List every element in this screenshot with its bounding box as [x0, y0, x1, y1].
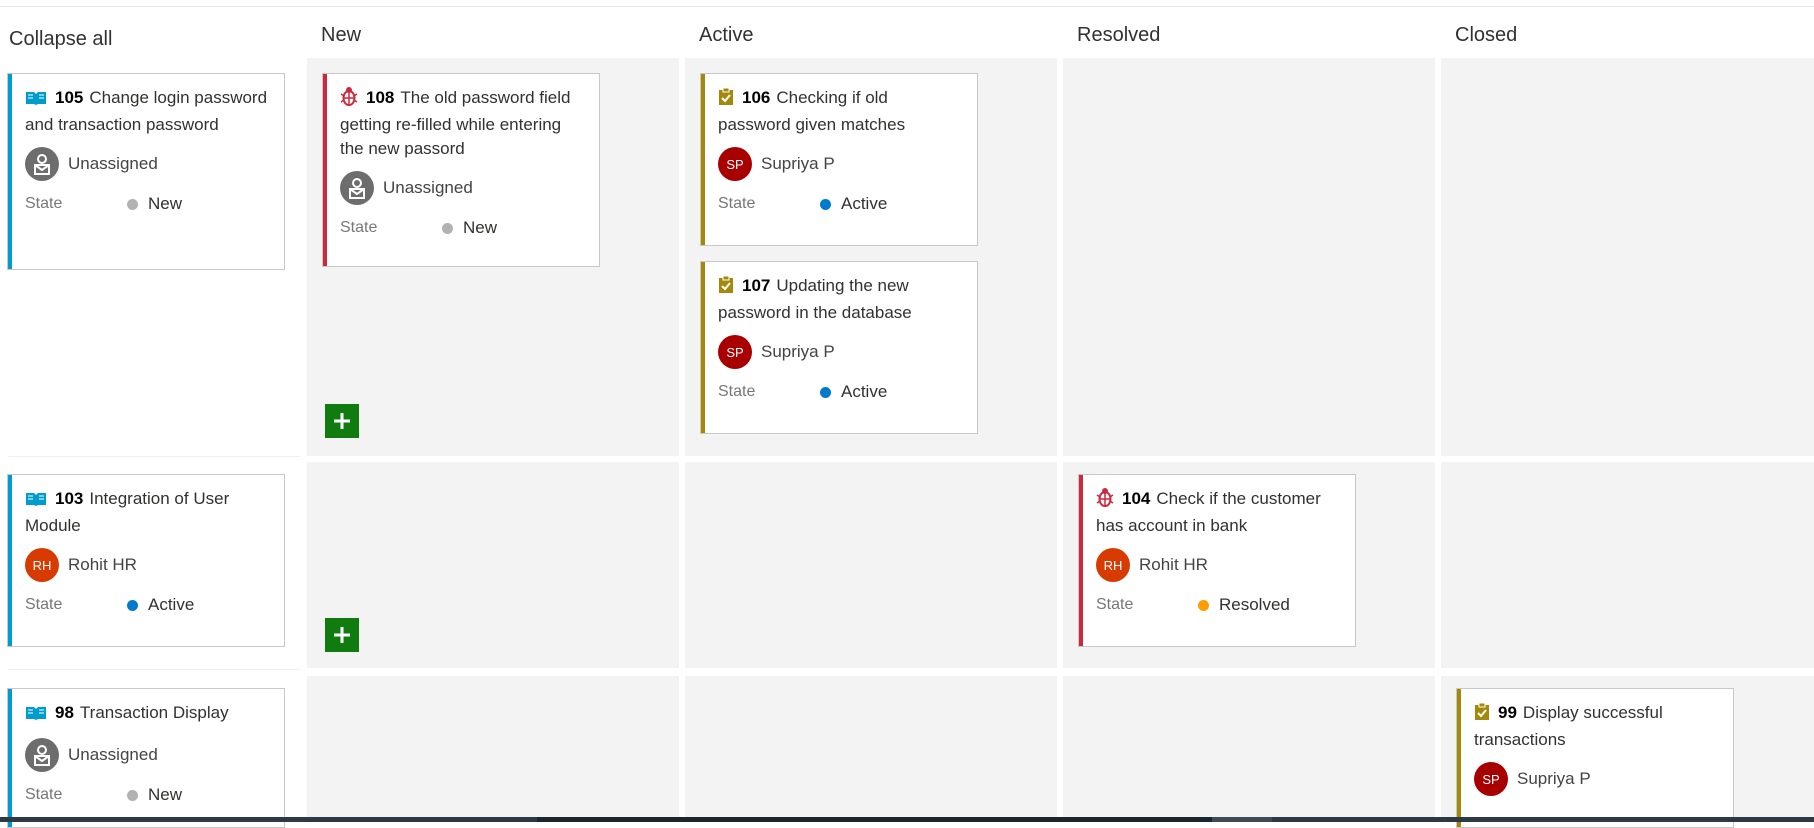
card-assignee[interactable]: SP Supriya P [1474, 761, 1719, 797]
book-icon [25, 89, 47, 113]
card-assignee[interactable]: RH Rohit HR [25, 547, 270, 583]
card-title: 108 The old password field getting re-fil… [340, 86, 571, 158]
card-title: 105 Change login password and transaction… [25, 88, 268, 134]
avatar: RH [1096, 548, 1130, 582]
add-work-item-button[interactable] [325, 618, 359, 652]
cell-row2-new [307, 462, 679, 668]
card-state-field: State Active [718, 194, 888, 213]
bug-icon [1096, 487, 1114, 514]
card-assignee[interactable]: SP Supriya P [718, 334, 963, 370]
horizontal-scrollbar[interactable] [0, 817, 1814, 822]
unassigned-avatar-icon [340, 171, 374, 205]
work-item-card-99[interactable]: 99 Display successful transactions SP Sup… [1456, 688, 1734, 828]
card-title: 104 Check if the customer has account in … [1096, 487, 1321, 535]
avatar: RH [25, 548, 59, 582]
avatar: SP [1474, 762, 1508, 796]
cell-row1-closed [1441, 58, 1814, 456]
card-type-bar [1079, 475, 1083, 646]
card-assignee[interactable]: Unassigned [25, 146, 270, 182]
cell-row2-active [685, 462, 1057, 668]
row-separator [8, 669, 300, 670]
card-assignee[interactable]: Unassigned [340, 170, 585, 206]
column-header-active: Active [699, 24, 754, 46]
state-dot-icon [127, 789, 138, 801]
work-item-card-107[interactable]: 107 Updating the new password in the data… [700, 261, 978, 434]
card-type-bar [1457, 689, 1461, 827]
clipboard-check-icon [1474, 702, 1490, 728]
unassigned-avatar-icon [25, 147, 59, 181]
card-type-bar [8, 689, 12, 827]
card-assignee[interactable]: SP Supriya P [718, 146, 963, 182]
cell-row3-new [307, 676, 679, 817]
card-type-bar [323, 74, 327, 266]
work-item-card-98[interactable]: 98 Transaction Display Unassigned State N… [7, 688, 285, 828]
plus-icon [334, 413, 350, 429]
scrollbar-track-segment [1212, 817, 1272, 822]
clipboard-check-icon [718, 275, 734, 301]
work-item-card-105[interactable]: 105 Change login password and transaction… [7, 73, 285, 270]
avatar: SP [718, 335, 752, 369]
book-icon [25, 704, 47, 728]
clipboard-check-icon [718, 87, 734, 113]
collapse-all-button[interactable]: Collapse all [9, 28, 112, 51]
cell-row2-closed [1441, 462, 1814, 668]
card-state-field: State New [25, 785, 183, 804]
work-item-card-103[interactable]: 103 Integration of User Module RH Rohit H… [7, 474, 285, 647]
cell-row1-resolved [1063, 58, 1435, 456]
card-type-bar [701, 262, 705, 433]
card-state-field: State Active [25, 595, 195, 614]
state-dot-icon [127, 198, 138, 210]
card-state-field: State Resolved [1096, 595, 1290, 614]
book-icon [25, 490, 47, 514]
card-state-field: State Active [718, 382, 888, 401]
column-header-new: New [321, 24, 362, 46]
card-title: 103 Integration of User Module [25, 489, 230, 535]
work-item-card-108[interactable]: 108 The old password field getting re-fil… [322, 73, 600, 267]
card-title: 99 Display successful transactions [1474, 702, 1663, 749]
state-dot-icon [127, 599, 138, 611]
card-title: 107 Updating the new password in the data… [718, 275, 912, 322]
scrollbar-thumb[interactable] [537, 817, 1212, 822]
card-assignee[interactable]: Unassigned [25, 737, 270, 773]
state-dot-icon [1198, 599, 1209, 611]
state-dot-icon [820, 386, 831, 398]
work-item-card-104[interactable]: 104 Check if the customer has account in … [1078, 474, 1356, 647]
card-state-field: State New [340, 218, 498, 237]
card-assignee[interactable]: RH Rohit HR [1096, 547, 1341, 583]
avatar: SP [718, 147, 752, 181]
work-item-card-106[interactable]: 106 Checking if old password given matche… [700, 73, 978, 246]
column-header-closed: Closed [1455, 24, 1518, 46]
top-divider [0, 6, 1814, 7]
card-type-bar [8, 74, 12, 269]
column-header-resolved: Resolved [1077, 24, 1161, 46]
card-state-field: State New [25, 194, 183, 213]
cell-row3-active [685, 676, 1057, 817]
plus-icon [334, 627, 350, 643]
row-separator [8, 456, 300, 457]
add-work-item-button[interactable] [325, 404, 359, 438]
card-type-bar [8, 475, 12, 646]
card-title: 98 Transaction Display [25, 701, 270, 728]
state-dot-icon [820, 198, 831, 210]
bug-icon [340, 86, 358, 113]
unassigned-avatar-icon [25, 738, 59, 772]
card-title: 106 Checking if old password given matche… [718, 87, 906, 134]
cell-row3-resolved [1063, 676, 1435, 817]
card-type-bar [701, 74, 705, 245]
state-dot-icon [442, 222, 453, 234]
